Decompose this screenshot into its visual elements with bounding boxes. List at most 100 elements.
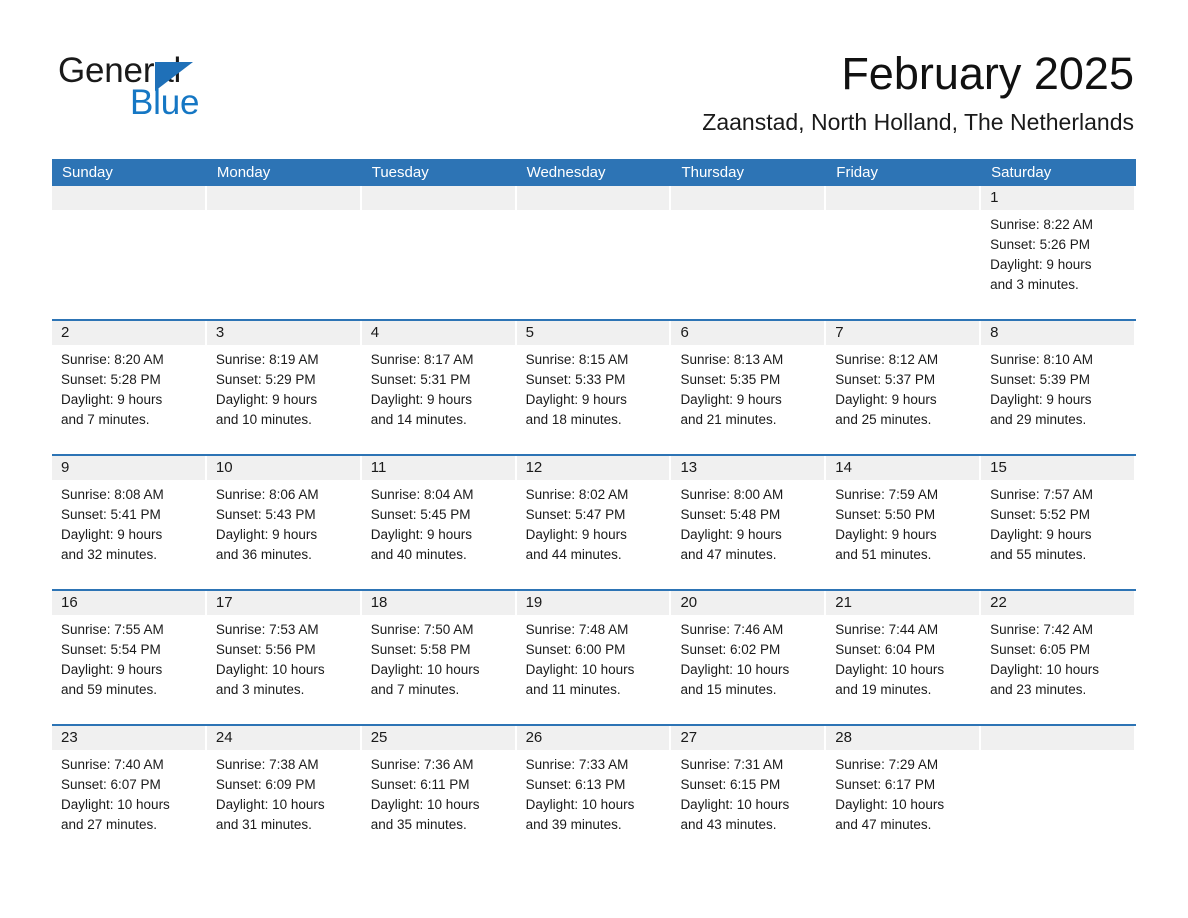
daylight-text-line2: and 11 minutes. [525,682,621,697]
calendar-day-cell[interactable]: 23 Sunrise: 7:40 AM Sunset: 6:07 PM Dayligh… [52,726,207,859]
calendar-day-cell[interactable]: 21 Sunrise: 7:44 AM Sunset: 6:04 PM Dayligh… [826,591,981,724]
day-number: 25 [361,726,515,750]
calendar-day-cell[interactable]: 16 Sunrise: 7:55 AM Sunset: 5:54 PM Dayligh… [52,591,207,724]
calendar-page: General Blue February 2025 Zaanstad, Nor… [0,0,1188,918]
sunrise-text: Sunrise: 7:46 AM [680,622,784,637]
sunrise-text: Sunrise: 8:12 AM [835,352,939,367]
day-details [517,210,670,215]
day-details: Sunrise: 8:02 AM Sunset: 5:47 PM Daylight:… [517,480,670,565]
daylight-text-line2: and 14 minutes. [370,412,467,427]
general-blue-logo[interactable]: General Blue [58,52,358,122]
calendar-day-cell[interactable]: 28 Sunrise: 7:29 AM Sunset: 6:17 PM Dayligh… [826,726,981,859]
page-header: General Blue February 2025 Zaanstad, Nor… [0,0,1188,158]
calendar-day-cell[interactable]: 4 Sunrise: 8:17 AM Sunset: 5:31 PM Daylight… [361,321,517,454]
day-number: 4 [361,321,515,345]
calendar-day-cell[interactable]: 19 Sunrise: 7:48 AM Sunset: 6:00 PM Dayligh… [516,591,672,724]
sunrise-text: Sunrise: 8:17 AM [370,352,474,367]
page-title: February 2025 [841,48,1134,99]
calendar-day-cell[interactable]: 15 Sunrise: 7:57 AM Sunset: 5:52 PM Dayligh… [981,456,1136,589]
day-details [52,210,205,215]
calendar-day-cell[interactable]: 13 Sunrise: 8:00 AM Sunset: 5:48 PM Dayligh… [671,456,826,589]
daylight-text-line2: and 18 minutes. [525,412,622,427]
daylight-text-line2: and 7 minutes. [61,412,150,427]
day-number: 28 [826,726,980,750]
calendar-day-cell[interactable]: 7 Sunrise: 8:12 AM Sunset: 5:37 PM Daylight… [826,321,981,454]
calendar-week-row: 2 Sunrise: 8:20 AM Sunset: 5:28 PM Daylight… [52,319,1136,454]
sunset-text: Sunset: 6:07 PM [61,777,161,792]
day-number [361,186,515,210]
day-details: Sunrise: 8:00 AM Sunset: 5:48 PM Daylight:… [671,480,824,565]
calendar-week-row: 1 Sunrise: 8:22 AM Sunset: 5:26 PM Daylight… [52,186,1136,319]
day-number [206,186,360,210]
day-details: Sunrise: 7:48 AM Sunset: 6:00 PM Daylight:… [517,615,670,700]
sunrise-text: Sunrise: 7:36 AM [370,757,474,772]
sunrise-text: Sunrise: 7:48 AM [525,622,629,637]
calendar-day-cell[interactable]: 9 Sunrise: 8:08 AM Sunset: 5:41 PM Daylight… [52,456,207,589]
daylight-text-line2: and 23 minutes. [990,682,1087,697]
sunset-text: Sunset: 5:29 PM [215,372,316,387]
sunrise-text: Sunrise: 7:59 AM [835,487,939,502]
sunrise-text: Sunrise: 7:38 AM [215,757,319,772]
sunset-text: Sunset: 6:09 PM [215,777,316,792]
calendar-day-cell-empty [826,186,981,319]
calendar-day-cell[interactable]: 10 Sunrise: 8:06 AM Sunset: 5:43 PM Dayligh… [206,456,362,589]
sunset-text: Sunset: 5:31 PM [370,372,471,387]
calendar-day-cell[interactable]: 12 Sunrise: 8:02 AM Sunset: 5:47 PM Dayligh… [516,456,672,589]
title-block: February 2025 Zaanstad, North Holland, T… [702,48,1134,136]
sunrise-text: Sunrise: 8:15 AM [525,352,629,367]
daylight-text-line1: Daylight: 9 hours [835,527,937,542]
calendar-day-cell[interactable]: 17 Sunrise: 7:53 AM Sunset: 5:56 PM Dayligh… [206,591,362,724]
daylight-text-line1: Daylight: 10 hours [370,797,480,812]
calendar-day-cell[interactable]: 1 Sunrise: 8:22 AM Sunset: 5:26 PM Daylight… [981,186,1136,319]
day-details: Sunrise: 8:04 AM Sunset: 5:45 PM Daylight:… [362,480,515,565]
day-number: 16 [52,591,205,615]
daylight-text-line1: Daylight: 10 hours [990,662,1099,677]
sunset-text: Sunset: 5:47 PM [525,507,626,522]
daylight-text-line2: and 44 minutes. [525,547,622,562]
day-details: Sunrise: 8:15 AM Sunset: 5:33 PM Daylight:… [517,345,670,430]
calendar-day-cell[interactable]: 11 Sunrise: 8:04 AM Sunset: 5:45 PM Dayligh… [361,456,517,589]
day-details [671,210,824,215]
sunrise-text: Sunrise: 8:06 AM [215,487,319,502]
calendar-day-cell[interactable]: 3 Sunrise: 8:19 AM Sunset: 5:29 PM Daylight… [206,321,362,454]
day-details: Sunrise: 7:42 AM Sunset: 6:05 PM Daylight:… [981,615,1134,700]
daylight-text-line2: and 21 minutes. [680,412,777,427]
sunrise-text: Sunrise: 7:55 AM [61,622,164,637]
calendar-day-cell[interactable]: 24 Sunrise: 7:38 AM Sunset: 6:09 PM Dayligh… [206,726,362,859]
daylight-text-line1: Daylight: 10 hours [61,797,170,812]
calendar-day-cell[interactable]: 27 Sunrise: 7:31 AM Sunset: 6:15 PM Dayligh… [671,726,826,859]
calendar-day-cell[interactable]: 14 Sunrise: 7:59 AM Sunset: 5:50 PM Dayligh… [826,456,981,589]
calendar-day-cell[interactable]: 26 Sunrise: 7:33 AM Sunset: 6:13 PM Dayligh… [516,726,672,859]
day-number: 19 [516,591,670,615]
calendar-day-cell[interactable]: 2 Sunrise: 8:20 AM Sunset: 5:28 PM Daylight… [52,321,207,454]
calendar-day-cell[interactable]: 20 Sunrise: 7:46 AM Sunset: 6:02 PM Dayligh… [671,591,826,724]
daylight-text-line1: Daylight: 10 hours [680,662,790,677]
calendar-week-row: 23 Sunrise: 7:40 AM Sunset: 6:07 PM Dayligh… [52,724,1136,859]
calendar-day-cell[interactable]: 6 Sunrise: 8:13 AM Sunset: 5:35 PM Daylight… [671,321,826,454]
day-number: 11 [361,456,515,480]
sunrise-text: Sunrise: 7:50 AM [370,622,474,637]
sunset-text: Sunset: 5:35 PM [680,372,781,387]
sunrise-text: Sunrise: 8:10 AM [990,352,1093,367]
sunrise-text: Sunrise: 7:29 AM [835,757,939,772]
sunset-text: Sunset: 5:39 PM [990,372,1090,387]
daylight-text-line2: and 55 minutes. [990,547,1087,562]
calendar-day-cell[interactable]: 5 Sunrise: 8:15 AM Sunset: 5:33 PM Daylight… [516,321,672,454]
sunrise-text: Sunrise: 7:33 AM [525,757,629,772]
calendar-day-cell[interactable]: 18 Sunrise: 7:50 AM Sunset: 5:58 PM Dayligh… [361,591,517,724]
day-number: 24 [206,726,360,750]
sunset-text: Sunset: 5:45 PM [370,507,471,522]
weekday-header-sunday: Sunday [62,164,113,181]
daylight-text-line1: Daylight: 9 hours [990,392,1092,407]
day-details: Sunrise: 7:36 AM Sunset: 6:11 PM Daylight:… [362,750,515,835]
daylight-text-line1: Daylight: 10 hours [525,797,635,812]
calendar-day-cell[interactable]: 25 Sunrise: 7:36 AM Sunset: 6:11 PM Dayligh… [361,726,517,859]
calendar-day-cell[interactable]: 8 Sunrise: 8:10 AM Sunset: 5:39 PM Daylight… [981,321,1136,454]
daylight-text-line2: and 19 minutes. [835,682,932,697]
day-details: Sunrise: 8:22 AM Sunset: 5:26 PM Daylight:… [981,210,1134,295]
day-number [671,186,825,210]
logo-text-blue: Blue [130,83,200,122]
calendar-day-cell[interactable]: 22 Sunrise: 7:42 AM Sunset: 6:05 PM Dayligh… [981,591,1136,724]
day-details: Sunrise: 7:40 AM Sunset: 6:07 PM Daylight:… [52,750,205,835]
sunrise-text: Sunrise: 8:00 AM [680,487,784,502]
